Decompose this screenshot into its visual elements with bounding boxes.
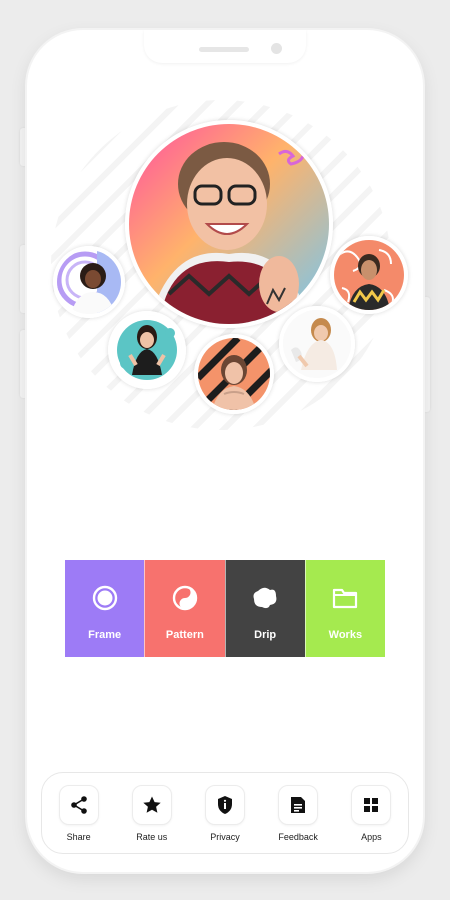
drip-photo[interactable]: [279, 306, 355, 382]
document-icon: [291, 797, 306, 813]
apps-label: Apps: [361, 832, 382, 842]
folder-icon: [333, 588, 358, 609]
share-icon-box[interactable]: [58, 785, 99, 825]
left-photo[interactable]: [53, 246, 125, 318]
pattern-tile[interactable]: Pattern: [144, 560, 225, 657]
phone-button-power: [422, 297, 430, 412]
shield-icon: [217, 796, 232, 814]
pattern-tile-label: Pattern: [165, 629, 204, 641]
main-portrait-image: [129, 124, 329, 324]
feedback-button[interactable]: Feedback: [265, 773, 331, 842]
share-label: Share: [66, 832, 91, 842]
feedback-label: Feedback: [278, 832, 318, 842]
drip-tile[interactable]: Drip: [224, 560, 305, 657]
rate-us-label: Rate us: [136, 832, 168, 842]
pattern-photo[interactable]: [194, 334, 274, 414]
rate-us-button[interactable]: Rate us: [119, 773, 185, 842]
frame-tile-label: Frame: [88, 629, 122, 641]
apps-button[interactable]: Apps: [338, 773, 404, 842]
teal-portrait-image: [112, 315, 182, 385]
frame-tile[interactable]: Frame: [65, 560, 145, 657]
privacy-icon-box[interactable]: [204, 785, 245, 825]
bottom-action-bar: Share Rate us Privacy Feedback Apps: [41, 772, 409, 854]
main-photo[interactable]: [125, 120, 333, 328]
share-button[interactable]: Share: [46, 773, 112, 842]
grid-icon: [364, 798, 379, 812]
left-portrait-image: [57, 250, 121, 314]
rate-us-icon-box[interactable]: [131, 785, 172, 825]
share-icon: [70, 796, 87, 814]
pattern-portrait-image: [198, 338, 270, 410]
right-photo[interactable]: [330, 236, 408, 314]
apps-icon-box[interactable]: [351, 785, 392, 825]
privacy-label: Privacy: [210, 832, 240, 842]
drip-tile-label: Drip: [254, 629, 277, 641]
right-portrait-image: [334, 240, 404, 310]
drip-icon: [253, 587, 277, 609]
pattern-icon: [172, 585, 198, 611]
teal-photo[interactable]: [108, 311, 186, 389]
privacy-button[interactable]: Privacy: [192, 773, 258, 842]
works-tile-label: Works: [328, 629, 363, 641]
photo-collage: [27, 30, 423, 450]
feedback-icon-box[interactable]: [278, 785, 319, 825]
star-icon: [143, 796, 161, 813]
feature-tiles: Frame Pattern Drip Works: [65, 560, 385, 657]
works-tile[interactable]: Works: [304, 560, 385, 657]
drip-portrait-image: [283, 310, 351, 378]
phone-screen: Frame Pattern Drip Works Share Rate us P…: [27, 30, 423, 872]
frame-icon: [92, 585, 117, 611]
